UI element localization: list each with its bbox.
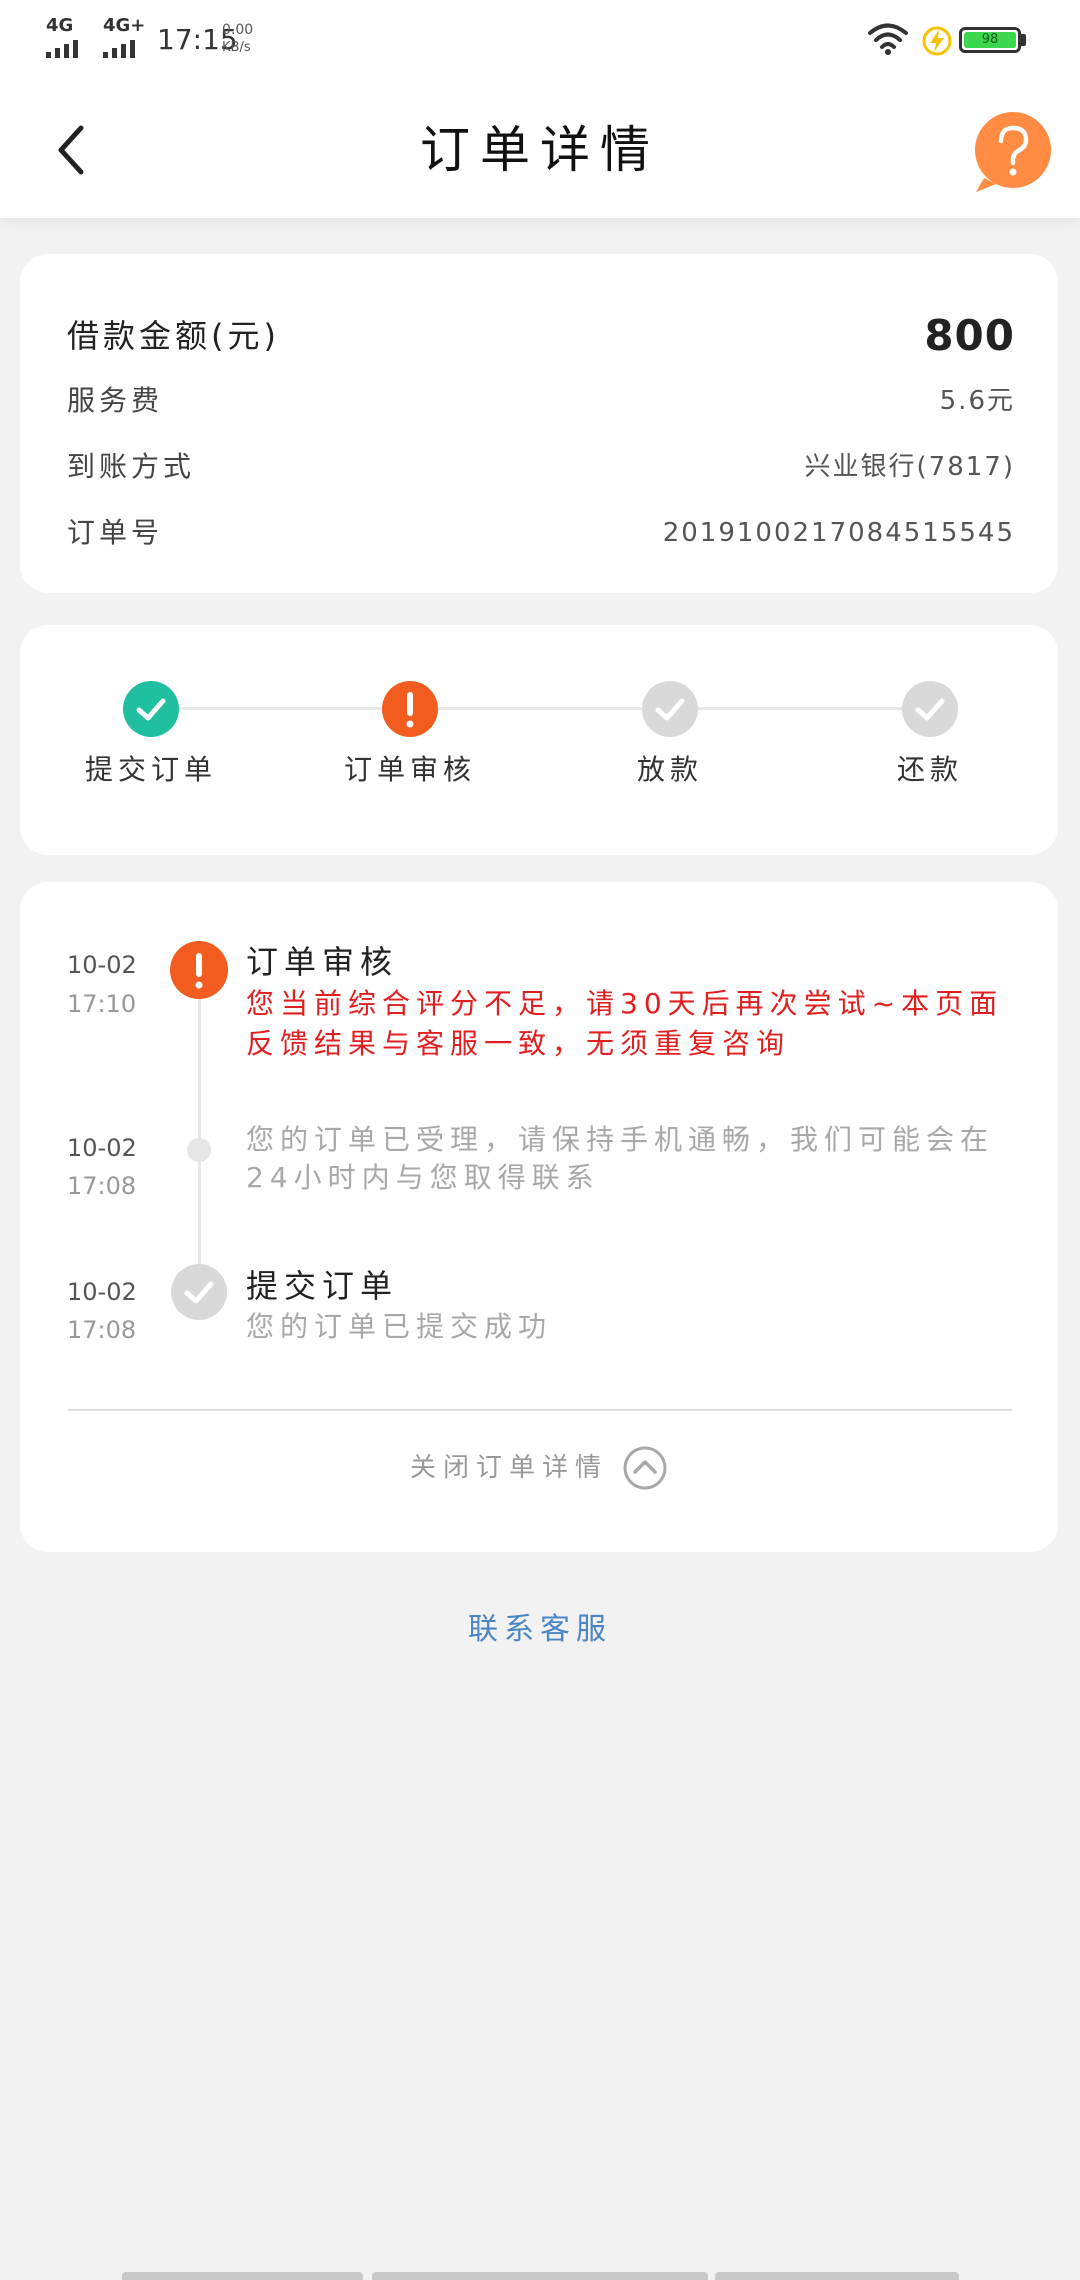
payout-method-label: 到账方式 — [67, 450, 196, 483]
signal-icon — [103, 40, 135, 58]
check-circle-icon — [171, 1264, 227, 1320]
timeline-time: 17:10 — [67, 990, 137, 1018]
order-timeline-card: 10-02 17:10 订单审核 您当前综合评分不足，请30天后再次尝试~本页面… — [20, 882, 1058, 1552]
collapse-details-label: 关闭订单详情 — [409, 1453, 608, 1483]
network-type-label: 4G — [46, 15, 74, 36]
timeline-message: 您的订单已受理，请保持手机通畅，我们可能会在24小时内与您取得联系 — [246, 1123, 995, 1194]
payout-method-value: 兴业银行(7817) — [804, 452, 1015, 482]
question-bubble-icon[interactable] — [970, 110, 1054, 194]
signal-icon — [46, 40, 78, 58]
timeline-date: 10-02 — [67, 1278, 137, 1306]
bottom-nav-bar-segment — [715, 2272, 959, 2280]
chevron-up-circle-icon — [623, 1446, 667, 1490]
timeline-title: 提交订单 — [246, 1267, 399, 1305]
timeline-message: 您的订单已提交成功 — [246, 1310, 553, 1343]
timeline-time: 17:08 — [67, 1316, 137, 1344]
step-label-disburse: 放款 — [636, 753, 703, 786]
contact-support-link[interactable]: 联系客服 — [0, 1610, 1080, 1650]
service-fee-value: 5.6元 — [939, 386, 1015, 416]
network-speed-value: 0.00 — [222, 22, 254, 38]
bottom-nav-bar-segment — [372, 2272, 708, 2280]
order-number-value: 2019100217084515545 — [662, 518, 1015, 548]
wifi-icon — [868, 23, 908, 55]
divider — [68, 1409, 1012, 1411]
loan-amount-label: 借款金额(元) — [67, 317, 280, 355]
check-circle-icon — [642, 681, 698, 737]
collapse-details-button[interactable]: 关闭订单详情 — [20, 1445, 1058, 1491]
battery-icon: 98 — [959, 27, 1021, 53]
network-type-label: 4G+ — [103, 15, 146, 36]
loan-summary-card: 借款金额(元) 800 服务费 5.6元 到账方式 兴业银行(7817) 订单号… — [20, 254, 1058, 593]
order-progress-card: 提交订单 订单审核 放款 还款 — [20, 625, 1058, 855]
page-title: 订单详情 — [420, 121, 660, 179]
timeline-date: 10-02 — [67, 1134, 137, 1162]
battery-level: 98 — [981, 32, 999, 47]
order-number-label: 订单号 — [67, 516, 164, 549]
service-fee-label: 服务费 — [67, 384, 164, 417]
signal-indicator-2: 4G+ — [103, 16, 145, 62]
step-label-submit: 提交订单 — [84, 753, 217, 786]
timeline-title: 订单审核 — [246, 943, 399, 981]
timeline-dot — [187, 1138, 211, 1162]
top-bar: 4G 4G+ 17:15 0.00 KB/s 98 订单详情 — [0, 0, 1080, 218]
step-label-repay: 还款 — [896, 753, 963, 786]
charging-icon — [922, 26, 952, 56]
timeline-line — [198, 970, 201, 1292]
progress-line — [151, 707, 930, 710]
alert-circle-icon — [170, 941, 228, 999]
step-label-review: 订单审核 — [343, 753, 476, 786]
signal-indicator-1: 4G — [46, 16, 88, 62]
alert-circle-icon — [382, 681, 438, 737]
bottom-nav-bar-segment — [122, 2272, 363, 2280]
check-circle-icon — [902, 681, 958, 737]
network-speed-unit: KB/s — [222, 40, 251, 55]
check-circle-icon — [123, 681, 179, 737]
timeline-message: 您当前综合评分不足，请30天后再次尝试~本页面反馈结果与客服一致，无须重复咨询 — [246, 987, 1004, 1060]
timeline-date: 10-02 — [67, 951, 137, 979]
battery-tip — [1021, 34, 1026, 46]
loan-amount-value: 800 — [924, 311, 1015, 360]
timeline-time: 17:08 — [67, 1172, 137, 1200]
